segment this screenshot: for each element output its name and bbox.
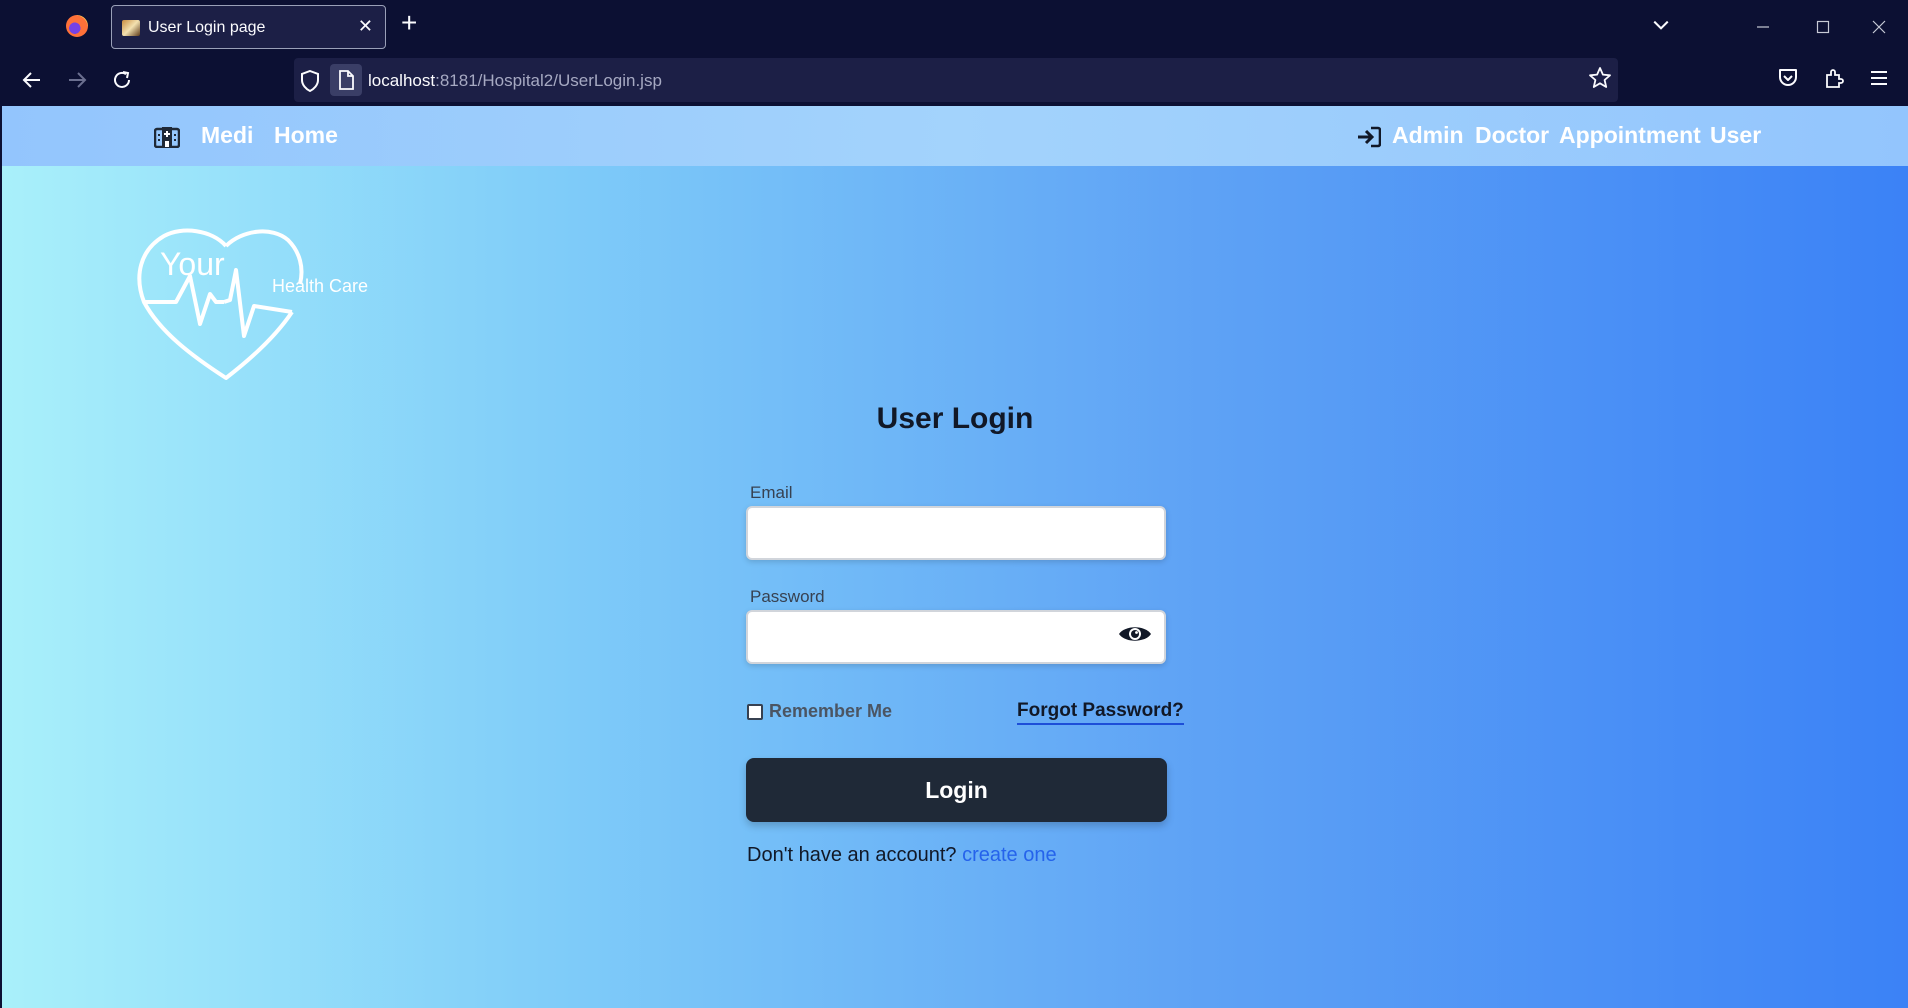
remember-me-checkbox[interactable] [747, 703, 763, 720]
new-tab-button[interactable]: + [401, 9, 417, 37]
remember-me[interactable]: Remember Me [747, 701, 892, 722]
password-field[interactable] [746, 610, 1166, 664]
hospital-icon[interactable] [154, 126, 180, 148]
url-path: :8181/Hospital2/UserLogin.jsp [435, 71, 662, 90]
nav-appointment[interactable]: Appointment [1559, 122, 1701, 149]
shield-icon[interactable] [300, 70, 320, 92]
logo-text-your: Your [160, 246, 225, 282]
email-label: Email [750, 483, 793, 502]
signup-prompt-text: Don't have an account? [747, 844, 957, 866]
close-window-icon[interactable] [1872, 20, 1886, 34]
page-icon[interactable] [330, 64, 362, 96]
url-text[interactable]: localhost:8181/Hospital2/UserLogin.jsp [368, 71, 662, 91]
extensions-icon[interactable] [1822, 66, 1846, 90]
reload-icon[interactable] [110, 68, 134, 92]
sign-in-icon [1358, 126, 1381, 148]
pocket-icon[interactable] [1776, 66, 1800, 90]
page-body: Medi Home Admin Doctor Appointment User … [2, 106, 1908, 1008]
health-care-logo: Your Health Care [132, 224, 382, 389]
forgot-password-link[interactable]: Forgot Password? [1017, 700, 1184, 725]
nav-brand-medi[interactable]: Medi [201, 122, 253, 149]
minimize-icon[interactable] [1756, 20, 1770, 34]
tab-favicon-icon [122, 20, 140, 36]
login-button[interactable]: Login [746, 758, 1167, 822]
tab-title: User Login page [148, 19, 266, 36]
site-navbar: Medi Home Admin Doctor Appointment User [2, 106, 1908, 166]
nav-home[interactable]: Home [274, 122, 338, 149]
maximize-icon[interactable] [1816, 20, 1830, 34]
signup-prompt: Don't have an account? create one [747, 844, 1057, 867]
url-host: localhost [368, 71, 436, 90]
password-label: Password [750, 587, 825, 606]
browser-tab-bar: User Login page ✕ + [0, 0, 1908, 54]
forward-icon[interactable] [65, 68, 89, 92]
remember-me-label[interactable]: Remember Me [769, 701, 892, 722]
email-field[interactable] [746, 506, 1166, 560]
nav-admin[interactable]: Admin [1392, 122, 1464, 149]
menu-icon[interactable] [1867, 66, 1891, 90]
logo-text-health-care: Health Care [272, 276, 369, 296]
tab-close-icon[interactable]: ✕ [358, 16, 373, 37]
firefox-icon[interactable] [66, 15, 88, 37]
list-all-tabs-icon[interactable] [1652, 16, 1670, 34]
create-account-link[interactable]: create one [962, 844, 1057, 866]
page-title: User Login [876, 402, 1034, 435]
nav-user[interactable]: User [1710, 122, 1761, 149]
bookmark-star-icon[interactable] [1588, 66, 1612, 90]
nav-doctor[interactable]: Doctor [1475, 122, 1549, 149]
back-icon[interactable] [20, 68, 44, 92]
browser-tab[interactable]: User Login page ✕ [111, 5, 386, 49]
show-password-eye-icon[interactable] [1117, 622, 1153, 646]
